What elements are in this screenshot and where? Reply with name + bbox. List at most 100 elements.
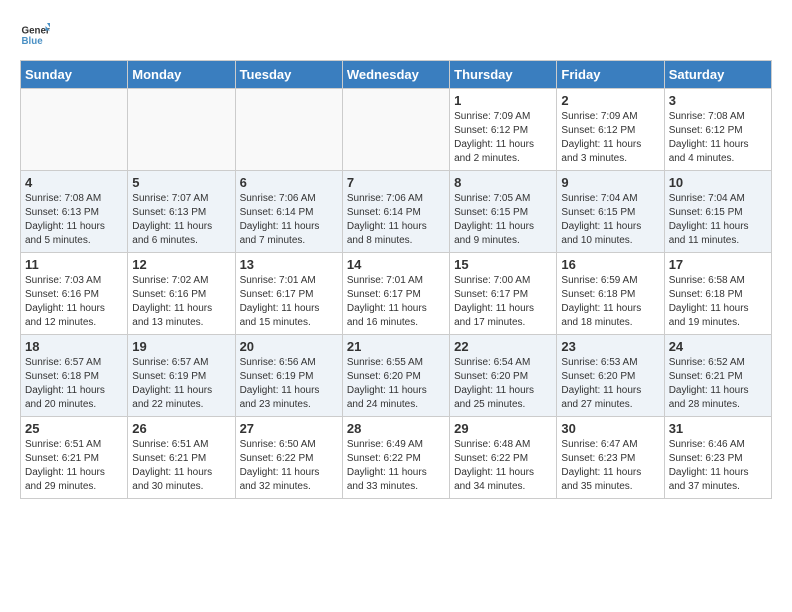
- day-info: Sunrise: 7:01 AMSunset: 6:17 PMDaylight:…: [347, 274, 445, 330]
- day-info: Sunrise: 7:09 AMSunset: 6:12 PMDaylight:…: [454, 110, 552, 166]
- calendar-cell: 1Sunrise: 7:09 AMSunset: 6:12 PMDaylight…: [450, 89, 557, 171]
- day-info: Sunrise: 6:51 AMSunset: 6:21 PMDaylight:…: [25, 438, 123, 494]
- calendar-cell: 24 Sunrise: 6:52 AMSunset: 6:21 PMDayligh…: [664, 335, 771, 417]
- day-number: 29: [454, 421, 552, 436]
- day-number: 8: [454, 175, 552, 190]
- day-number: 31: [669, 421, 767, 436]
- calendar-cell: 28 Sunrise: 6:49 AMSunset: 6:22 PMDayligh…: [342, 417, 449, 499]
- day-info: Sunrise: 6:51 AMSunset: 6:21 PMDaylight:…: [132, 438, 230, 494]
- calendar-week-row: 25 Sunrise: 6:51 AMSunset: 6:21 PMDayligh…: [21, 417, 772, 499]
- day-number: 5: [132, 175, 230, 190]
- day-number: 13: [240, 257, 338, 272]
- calendar-week-row: 11 Sunrise: 7:03 AMSunset: 6:16 PMDayligh…: [21, 253, 772, 335]
- day-number: 9: [561, 175, 659, 190]
- day-number: 26: [132, 421, 230, 436]
- day-number: 16: [561, 257, 659, 272]
- calendar-week-row: 18 Sunrise: 6:57 AMSunset: 6:18 PMDayligh…: [21, 335, 772, 417]
- calendar-cell: 21 Sunrise: 6:55 AMSunset: 6:20 PMDayligh…: [342, 335, 449, 417]
- day-info: Sunrise: 6:55 AMSunset: 6:20 PMDaylight:…: [347, 356, 445, 412]
- day-info: Sunrise: 7:03 AMSunset: 6:16 PMDaylight:…: [25, 274, 123, 330]
- calendar-cell: 12Sunrise: 7:02 AMSunset: 6:16 PMDayligh…: [128, 253, 235, 335]
- calendar-cell: [342, 89, 449, 171]
- calendar-cell: 30 Sunrise: 6:47 AMSunset: 6:23 PMDayligh…: [557, 417, 664, 499]
- day-info: Sunrise: 6:58 AMSunset: 6:18 PMDaylight:…: [669, 274, 767, 330]
- day-info: Sunrise: 6:57 AMSunset: 6:19 PMDaylight:…: [132, 356, 230, 412]
- calendar-cell: 16 Sunrise: 6:59 AMSunset: 6:18 PMDayligh…: [557, 253, 664, 335]
- day-info: Sunrise: 7:07 AMSunset: 6:13 PMDaylight:…: [132, 192, 230, 248]
- calendar-cell: 8 Sunrise: 7:05 AMSunset: 6:15 PMDaylight…: [450, 171, 557, 253]
- day-number: 2: [561, 93, 659, 108]
- day-number: 7: [347, 175, 445, 190]
- day-number: 30: [561, 421, 659, 436]
- day-number: 12: [132, 257, 230, 272]
- calendar-cell: 9 Sunrise: 7:04 AMSunset: 6:15 PMDaylight…: [557, 171, 664, 253]
- day-number: 15: [454, 257, 552, 272]
- calendar-cell: 4 Sunrise: 7:08 AMSunset: 6:13 PMDaylight…: [21, 171, 128, 253]
- day-info: Sunrise: 6:53 AMSunset: 6:20 PMDaylight:…: [561, 356, 659, 412]
- calendar-cell: 19 Sunrise: 6:57 AMSunset: 6:19 PMDayligh…: [128, 335, 235, 417]
- day-number: 28: [347, 421, 445, 436]
- calendar-cell: 27 Sunrise: 6:50 AMSunset: 6:22 PMDayligh…: [235, 417, 342, 499]
- day-info: Sunrise: 6:49 AMSunset: 6:22 PMDaylight:…: [347, 438, 445, 494]
- column-header-tuesday: Tuesday: [235, 61, 342, 89]
- day-info: Sunrise: 6:57 AMSunset: 6:18 PMDaylight:…: [25, 356, 123, 412]
- day-number: 3: [669, 93, 767, 108]
- calendar-cell: 22 Sunrise: 6:54 AMSunset: 6:20 PMDayligh…: [450, 335, 557, 417]
- column-header-monday: Monday: [128, 61, 235, 89]
- calendar-cell: [235, 89, 342, 171]
- day-info: Sunrise: 7:09 AMSunset: 6:12 PMDaylight:…: [561, 110, 659, 166]
- column-header-wednesday: Wednesday: [342, 61, 449, 89]
- day-number: 24: [669, 339, 767, 354]
- day-info: Sunrise: 7:01 AMSunset: 6:17 PMDaylight:…: [240, 274, 338, 330]
- day-number: 11: [25, 257, 123, 272]
- day-info: Sunrise: 6:50 AMSunset: 6:22 PMDaylight:…: [240, 438, 338, 494]
- calendar-cell: 6 Sunrise: 7:06 AMSunset: 6:14 PMDaylight…: [235, 171, 342, 253]
- day-info: Sunrise: 7:00 AMSunset: 6:17 PMDaylight:…: [454, 274, 552, 330]
- calendar-cell: 3 Sunrise: 7:08 AMSunset: 6:12 PMDaylight…: [664, 89, 771, 171]
- calendar-cell: 20 Sunrise: 6:56 AMSunset: 6:19 PMDayligh…: [235, 335, 342, 417]
- day-number: 4: [25, 175, 123, 190]
- calendar-cell: 17 Sunrise: 6:58 AMSunset: 6:18 PMDayligh…: [664, 253, 771, 335]
- day-info: Sunrise: 6:52 AMSunset: 6:21 PMDaylight:…: [669, 356, 767, 412]
- day-info: Sunrise: 6:47 AMSunset: 6:23 PMDaylight:…: [561, 438, 659, 494]
- day-number: 22: [454, 339, 552, 354]
- day-number: 17: [669, 257, 767, 272]
- calendar-cell: 14Sunrise: 7:01 AMSunset: 6:17 PMDayligh…: [342, 253, 449, 335]
- calendar-week-row: 1Sunrise: 7:09 AMSunset: 6:12 PMDaylight…: [21, 89, 772, 171]
- day-info: Sunrise: 6:56 AMSunset: 6:19 PMDaylight:…: [240, 356, 338, 412]
- column-header-saturday: Saturday: [664, 61, 771, 89]
- day-info: Sunrise: 7:05 AMSunset: 6:15 PMDaylight:…: [454, 192, 552, 248]
- column-header-sunday: Sunday: [21, 61, 128, 89]
- day-info: Sunrise: 7:04 AMSunset: 6:15 PMDaylight:…: [669, 192, 767, 248]
- calendar-cell: 18 Sunrise: 6:57 AMSunset: 6:18 PMDayligh…: [21, 335, 128, 417]
- day-number: 19: [132, 339, 230, 354]
- day-info: Sunrise: 7:08 AMSunset: 6:13 PMDaylight:…: [25, 192, 123, 248]
- day-number: 18: [25, 339, 123, 354]
- column-header-friday: Friday: [557, 61, 664, 89]
- day-number: 27: [240, 421, 338, 436]
- day-number: 6: [240, 175, 338, 190]
- calendar-header-row: SundayMondayTuesdayWednesdayThursdayFrid…: [21, 61, 772, 89]
- calendar-cell: 2 Sunrise: 7:09 AMSunset: 6:12 PMDaylight…: [557, 89, 664, 171]
- logo-icon: General Blue: [20, 20, 50, 50]
- day-info: Sunrise: 6:59 AMSunset: 6:18 PMDaylight:…: [561, 274, 659, 330]
- calendar-cell: 29 Sunrise: 6:48 AMSunset: 6:22 PMDayligh…: [450, 417, 557, 499]
- logo: General Blue: [20, 20, 50, 50]
- calendar-cell: 15 Sunrise: 7:00 AMSunset: 6:17 PMDayligh…: [450, 253, 557, 335]
- day-number: 25: [25, 421, 123, 436]
- day-info: Sunrise: 7:08 AMSunset: 6:12 PMDaylight:…: [669, 110, 767, 166]
- day-info: Sunrise: 6:54 AMSunset: 6:20 PMDaylight:…: [454, 356, 552, 412]
- calendar-week-row: 4 Sunrise: 7:08 AMSunset: 6:13 PMDaylight…: [21, 171, 772, 253]
- day-number: 23: [561, 339, 659, 354]
- calendar-cell: 25 Sunrise: 6:51 AMSunset: 6:21 PMDayligh…: [21, 417, 128, 499]
- day-info: Sunrise: 7:04 AMSunset: 6:15 PMDaylight:…: [561, 192, 659, 248]
- day-number: 10: [669, 175, 767, 190]
- calendar-cell: 7Sunrise: 7:06 AMSunset: 6:14 PMDaylight…: [342, 171, 449, 253]
- day-number: 21: [347, 339, 445, 354]
- calendar-cell: 26 Sunrise: 6:51 AMSunset: 6:21 PMDayligh…: [128, 417, 235, 499]
- day-info: Sunrise: 6:48 AMSunset: 6:22 PMDaylight:…: [454, 438, 552, 494]
- column-header-thursday: Thursday: [450, 61, 557, 89]
- page-header: General Blue: [20, 20, 772, 50]
- day-info: Sunrise: 7:06 AMSunset: 6:14 PMDaylight:…: [240, 192, 338, 248]
- day-number: 20: [240, 339, 338, 354]
